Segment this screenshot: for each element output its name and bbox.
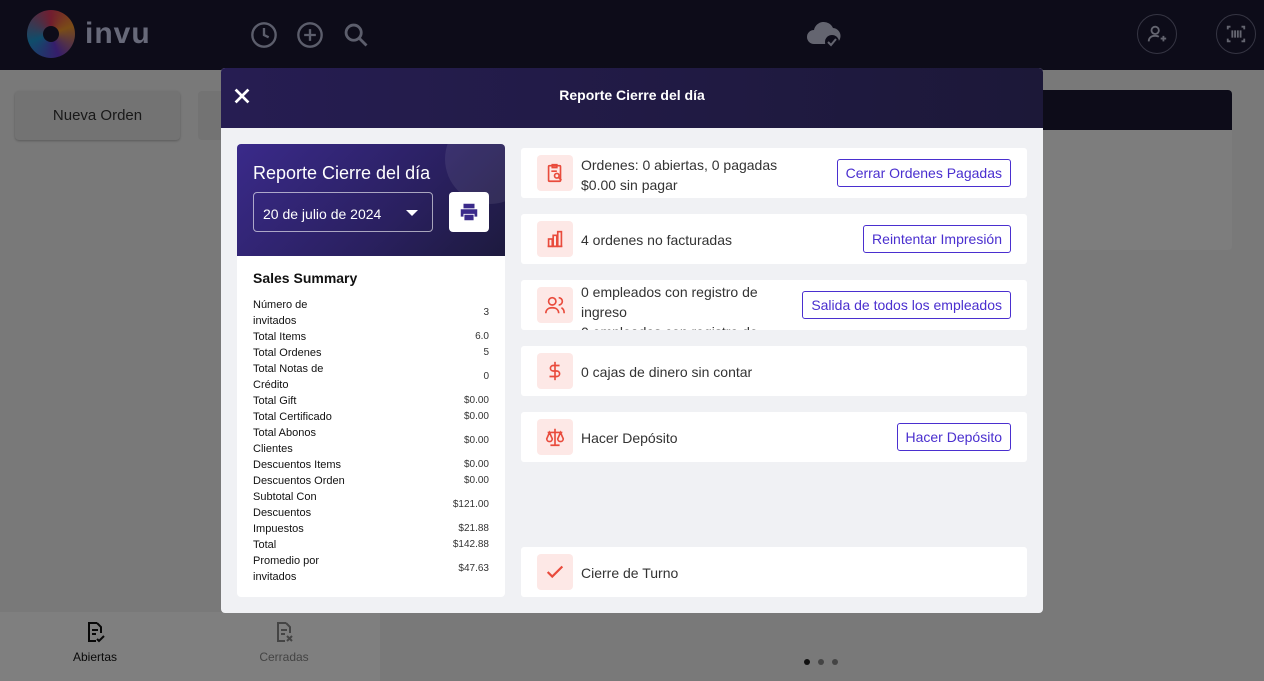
summary-value: 6.0 (475, 331, 489, 342)
summary-row: Total Certificado $0.00 (253, 409, 489, 425)
deposit-text: Hacer Depósito (581, 430, 678, 446)
retry-print-button[interactable]: Reintentar Impresión (863, 225, 1011, 253)
summary-row: Descuentos Items $0.00 (253, 457, 489, 473)
summary-row: Número de invitados 3 (253, 297, 489, 329)
orders-status-card: Ordenes: 0 abiertas, 0 pagadas $0.00 sin… (521, 148, 1027, 198)
clock-out-all-button[interactable]: Salida de todos los empleados (802, 291, 1011, 319)
modal-title: Reporte Cierre del día (559, 87, 705, 103)
summary-label: Promedio por invitados (253, 555, 320, 583)
date-select[interactable]: 20 de julio de 2024 (253, 192, 433, 232)
summary-row: Total Abonos Clientes $0.00 (253, 425, 489, 457)
summary-value: $0.00 (463, 411, 489, 422)
summary-label: Descuentos Items (253, 459, 342, 471)
deposit-card: Hacer Depósito Hacer Depósito (521, 412, 1027, 462)
summary-value: 3 (483, 307, 489, 318)
summary-value: 0 (483, 371, 489, 382)
printer-icon (460, 203, 478, 221)
summary-row: Descuentos Orden $0.00 (253, 473, 489, 489)
caret-down-icon (406, 210, 418, 216)
summary-label: Subtotal Con Descuentos (253, 491, 317, 519)
make-deposit-button[interactable]: Hacer Depósito (896, 423, 1011, 451)
cash-drawers-card: 0 cajas de dinero sin contar (521, 346, 1027, 396)
employees-text: 0 empleados con registro de ingreso 0 em… (581, 282, 791, 330)
check-icon (537, 554, 573, 590)
summary-value: $47.63 (458, 563, 489, 574)
summary-value: $21.88 (458, 523, 489, 534)
summary-value: $0.00 (463, 459, 489, 470)
print-button[interactable] (449, 192, 489, 232)
summary-label: Total Ordenes (253, 347, 322, 359)
summary-row: Total Gift $0.00 (253, 393, 489, 409)
orders-status-text: Ordenes: 0 abiertas, 0 pagadas $0.00 sin… (581, 155, 781, 195)
summary-label: Impuestos (253, 523, 304, 535)
summary-row: Promedio por invitados $47.63 (253, 553, 489, 585)
unbilled-orders-card: 4 ordenes no facturadas Reintentar Impre… (521, 214, 1027, 264)
bar-chart-icon (537, 221, 573, 257)
users-icon (537, 287, 573, 323)
orders-line2: $0.00 sin pagar (581, 177, 678, 193)
summary-value: $0.00 (463, 475, 489, 486)
shift-close-card[interactable]: Cierre de Turno (521, 547, 1027, 597)
summary-list: Número de invitados 3 Total Items 6.0 Total … (253, 297, 489, 585)
summary-value: $0.00 (463, 435, 489, 446)
summary-value: $0.00 (463, 395, 489, 406)
summary-label: Total Notas de Crédito (253, 363, 324, 391)
clipboard-search-icon (537, 155, 573, 191)
close-paid-orders-button[interactable]: Cerrar Ordenes Pagadas (836, 159, 1011, 187)
report-title: Reporte Cierre del día (253, 163, 431, 183)
employees-line2: 0 empleados con registro de (581, 322, 791, 330)
summary-label: Total Certificado (253, 411, 332, 423)
orders-line1: Ordenes: 0 abiertas, 0 pagadas (581, 157, 778, 173)
unbilled-orders-text: 4 ordenes no facturadas (581, 232, 732, 248)
modal-header: Reporte Cierre del día (221, 68, 1043, 128)
summary-label: Total Gift (253, 395, 297, 407)
summary-row: Total Ordenes 5 (253, 345, 489, 361)
summary-row: Subtotal Con Descuentos $121.00 (253, 489, 489, 521)
summary-label: Total Items (253, 331, 307, 343)
summary-label: Total Abonos Clientes (253, 427, 316, 455)
summary-label: Descuentos Orden (253, 475, 345, 487)
dollar-icon (537, 353, 573, 389)
scale-icon (537, 419, 573, 455)
summary-row: Impuestos $21.88 (253, 521, 489, 537)
employees-line1: 0 empleados con registro de ingreso (581, 284, 758, 320)
shift-close-text: Cierre de Turno (581, 565, 679, 581)
summary-row: Total Notas de Crédito 0 (253, 361, 489, 393)
summary-row: Total $142.88 (253, 537, 489, 553)
summary-row: Total Items 6.0 (253, 329, 489, 345)
summary-title: Sales Summary (253, 270, 358, 286)
summary-label: Número de invitados (253, 299, 308, 327)
closing-report-modal: Reporte Cierre del día Reporte Cierre de… (221, 68, 1043, 613)
summary-value: 5 (483, 347, 489, 358)
date-value: 20 de julio de 2024 (263, 206, 382, 222)
cash-drawers-text: 0 cajas de dinero sin contar (581, 364, 753, 380)
summary-card: Reporte Cierre del día 20 de julio de 20… (237, 144, 505, 597)
summary-label: Total (253, 539, 277, 551)
employees-card: 0 empleados con registro de ingreso 0 em… (521, 280, 1027, 330)
summary-value: $121.00 (452, 499, 489, 510)
report-header: Reporte Cierre del día 20 de julio de 20… (237, 144, 505, 256)
summary-value: $142.88 (452, 539, 489, 550)
